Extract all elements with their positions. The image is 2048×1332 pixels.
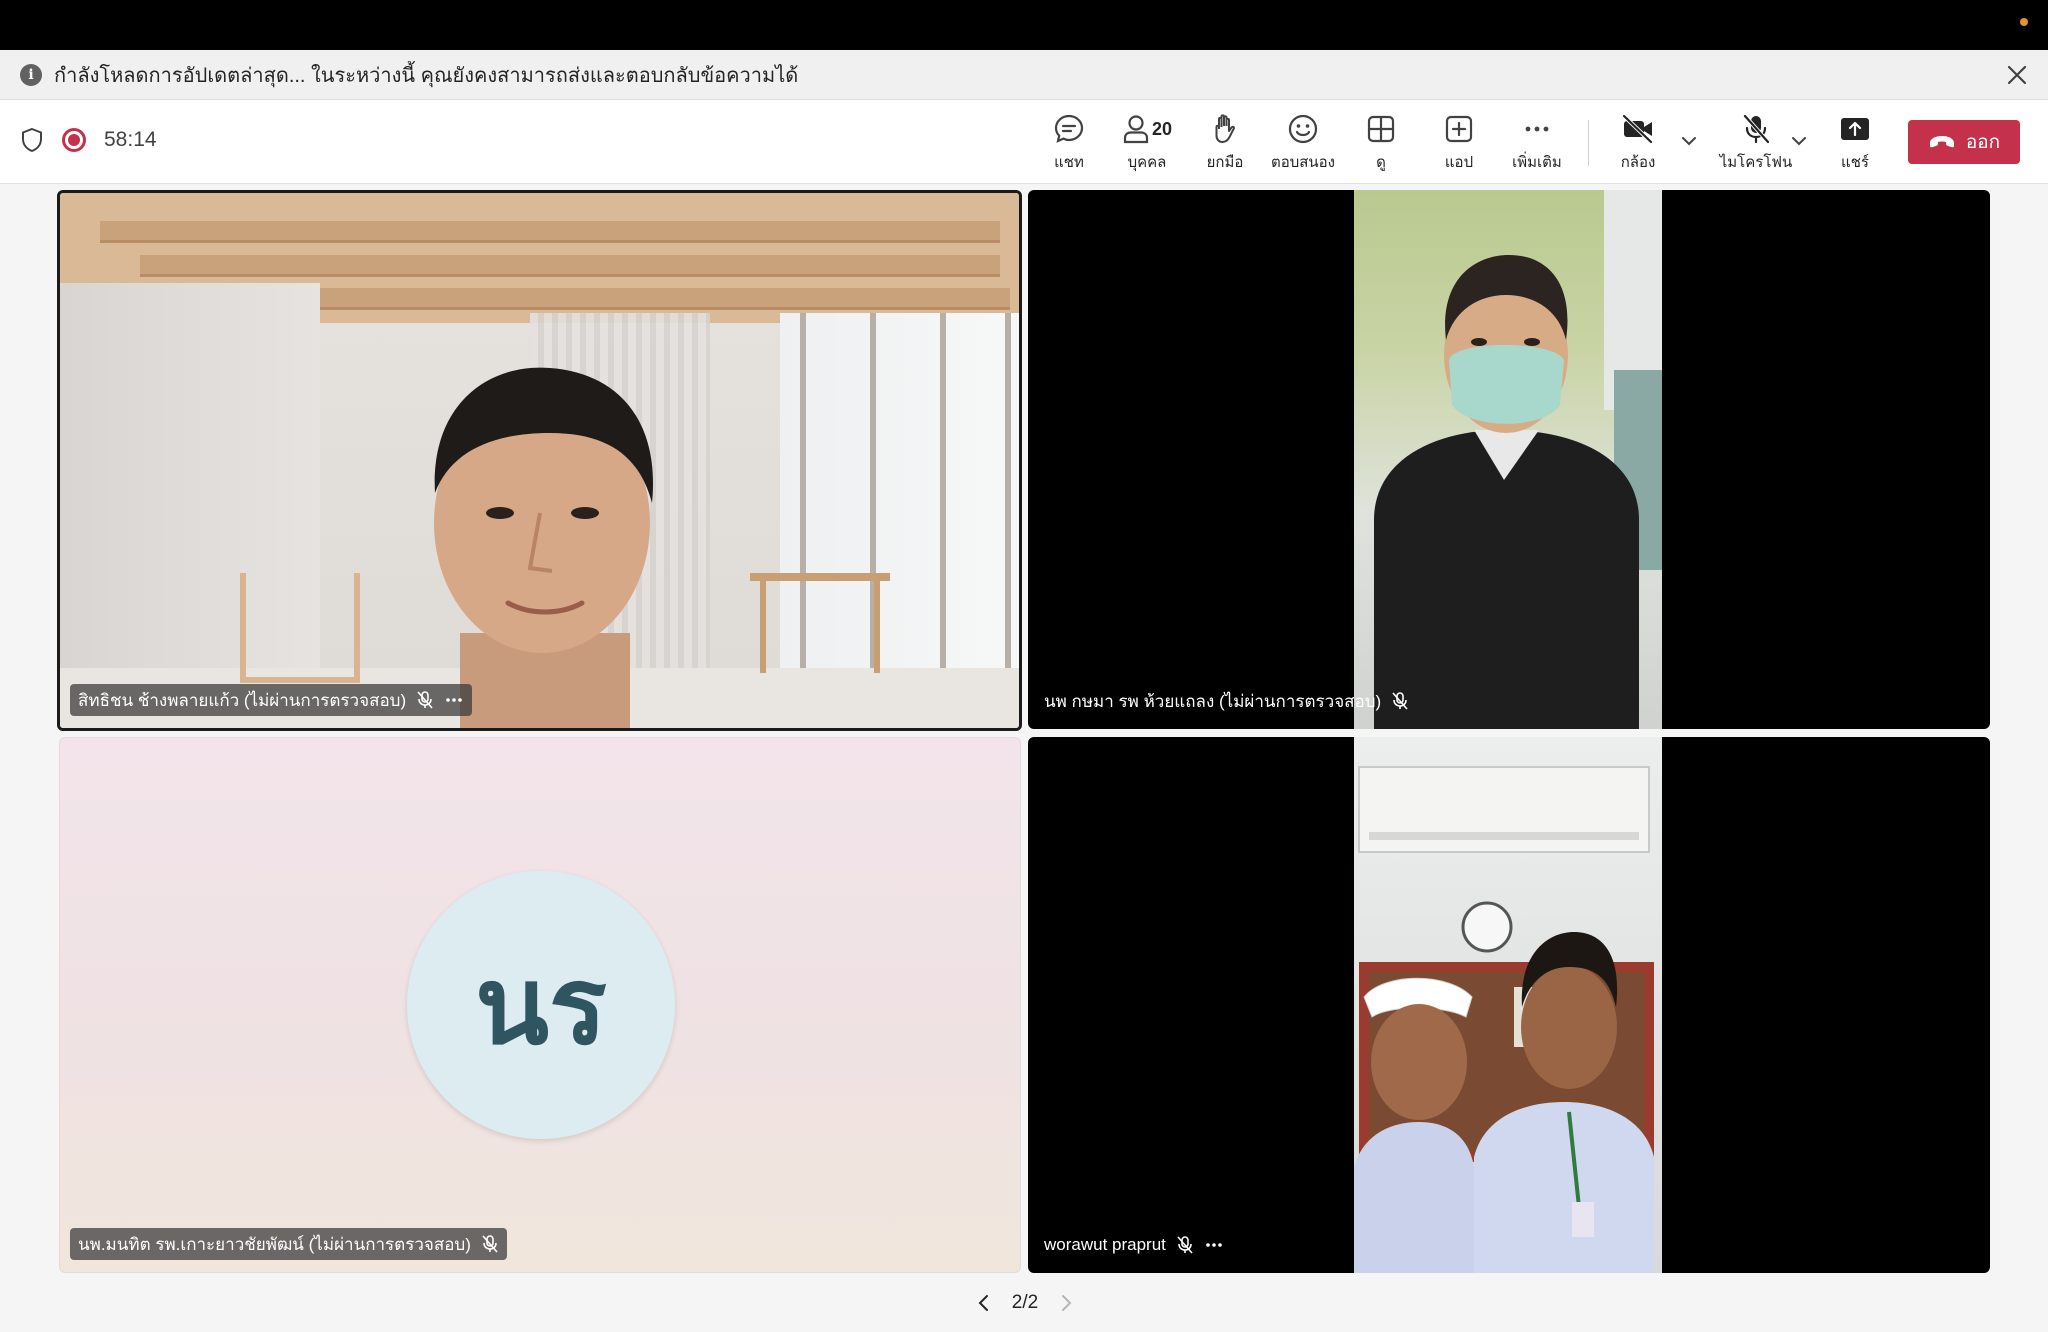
participant-name: นพ.มนทิต รพ.เกาะยาวชัยพัฒน์ (ไม่ผ่านการต… (78, 1234, 471, 1254)
mic-muted-icon (1392, 692, 1408, 710)
hand-icon (1215, 114, 1235, 143)
person-icon (1123, 115, 1149, 144)
camera-label: กล้อง (1620, 154, 1656, 171)
more-button[interactable]: เพิ่มเติม (1497, 112, 1577, 174)
view-label: ดู (1376, 154, 1386, 171)
participant-video-person (434, 367, 654, 728)
more-label: เพิ่มเติม (1512, 154, 1562, 171)
leave-button[interactable]: ออก (1908, 120, 2020, 164)
chat-icon (1054, 114, 1084, 143)
close-icon[interactable] (2004, 62, 2030, 88)
add-app-icon (1445, 115, 1473, 143)
status-dot (2020, 18, 2028, 26)
share-label: แชร์ (1841, 154, 1869, 171)
background-chair (240, 573, 360, 683)
hang-up-icon (1929, 136, 1954, 148)
participant-tile-3[interactable]: นร นพ.มนทิต รพ.เกาะยาวชัยพัฒน์ (ไม่ผ่านก… (59, 737, 1021, 1273)
participant-name-bar: worawut praprut (1036, 1229, 1232, 1261)
toolbar-divider (1588, 120, 1589, 166)
grid-view-icon (1367, 115, 1395, 143)
participant-video (1354, 737, 1662, 1273)
camera-options-chevron-icon[interactable] (1680, 132, 1698, 150)
participant-name: worawut praprut (1044, 1235, 1166, 1254)
people-label: บุคคล (1127, 154, 1167, 171)
apps-button[interactable]: แอป (1419, 112, 1499, 174)
mic-label: ไมโครโฟน (1719, 154, 1793, 171)
recording-icon (62, 128, 86, 152)
camera-off-icon (1622, 114, 1653, 144)
page-indicator: 2/2 (1011, 1292, 1039, 1313)
participant-name-bar: นพ.มนทิต รพ.เกาะยาวชัยพัฒน์ (ไม่ผ่านการต… (70, 1228, 507, 1260)
mic-off-icon (1743, 114, 1770, 144)
mic-muted-icon (417, 691, 433, 709)
participant-tile-1[interactable]: สิทธิชน ช้างพลายแก้ว (ไม่ผ่านการตรวจสอบ) (57, 190, 1022, 731)
chevron-left-icon[interactable] (975, 1293, 993, 1313)
chat-button[interactable]: แชท (1029, 112, 1109, 174)
participant-tile-4[interactable]: worawut praprut (1028, 737, 1990, 1273)
apps-label: แอป (1444, 154, 1474, 171)
react-label: ตอบสนอง (1270, 154, 1335, 171)
raise-hand-button[interactable]: ยกมือ (1185, 112, 1265, 174)
participant-name-bar: นพ กษมา รพ ห้วยแถลง (ไม่ผ่านการตรวจสอบ) (1036, 685, 1417, 717)
mic-muted-icon (482, 1235, 498, 1253)
background-table (750, 573, 890, 673)
chevron-right-icon[interactable] (1057, 1293, 1075, 1313)
more-options-icon[interactable] (444, 690, 464, 710)
shield-icon[interactable] (20, 127, 44, 153)
camera-button[interactable]: กล้อง (1598, 112, 1678, 174)
smiley-icon (1288, 114, 1318, 144)
meeting-timer: 58:14 (104, 128, 157, 151)
window-top-bar (0, 0, 2048, 50)
participant-name: สิทธิชน ช้างพลายแก้ว (ไม่ผ่านการตรวจสอบ) (78, 690, 407, 710)
mic-options-chevron-icon[interactable] (1790, 132, 1808, 150)
more-icon (1525, 126, 1549, 132)
people-count: 20 (1151, 118, 1173, 139)
chat-label: แชท (1054, 154, 1084, 171)
avatar-initials: นร (475, 943, 607, 1069)
raise-hand-label: ยกมือ (1206, 154, 1244, 171)
people-button[interactable]: 20 บุคคล (1107, 112, 1187, 174)
share-button[interactable]: แชร์ (1815, 112, 1895, 174)
info-icon: i (20, 63, 42, 86)
share-screen-icon (1841, 118, 1869, 140)
gallery-pagination: 2/2 (975, 1288, 1075, 1318)
participant-video (1354, 190, 1662, 729)
more-options-icon[interactable] (1204, 1235, 1224, 1255)
banner-message: กำลังโหลดการอัปเดตล่าสุด... ในระหว่างนี้… (54, 64, 799, 87)
leave-label: ออก (1965, 132, 2001, 153)
avatar: นร (407, 871, 675, 1139)
participant-name-bar: สิทธิชน ช้างพลายแก้ว (ไม่ผ่านการตรวจสอบ) (70, 684, 473, 716)
participant-name: นพ กษมา รพ ห้วยแถลง (ไม่ผ่านการตรวจสอบ) (1044, 691, 1382, 711)
update-banner: i กำลังโหลดการอัปเดตล่าสุด... ในระหว่างน… (0, 50, 2048, 100)
mic-muted-icon (1177, 1236, 1193, 1254)
participant-tile-2[interactable]: นพ กษมา รพ ห้วยแถลง (ไม่ผ่านการตรวจสอบ) (1028, 190, 1990, 729)
react-button[interactable]: ตอบสนอง (1263, 112, 1343, 174)
view-button[interactable]: ดู (1341, 112, 1421, 174)
